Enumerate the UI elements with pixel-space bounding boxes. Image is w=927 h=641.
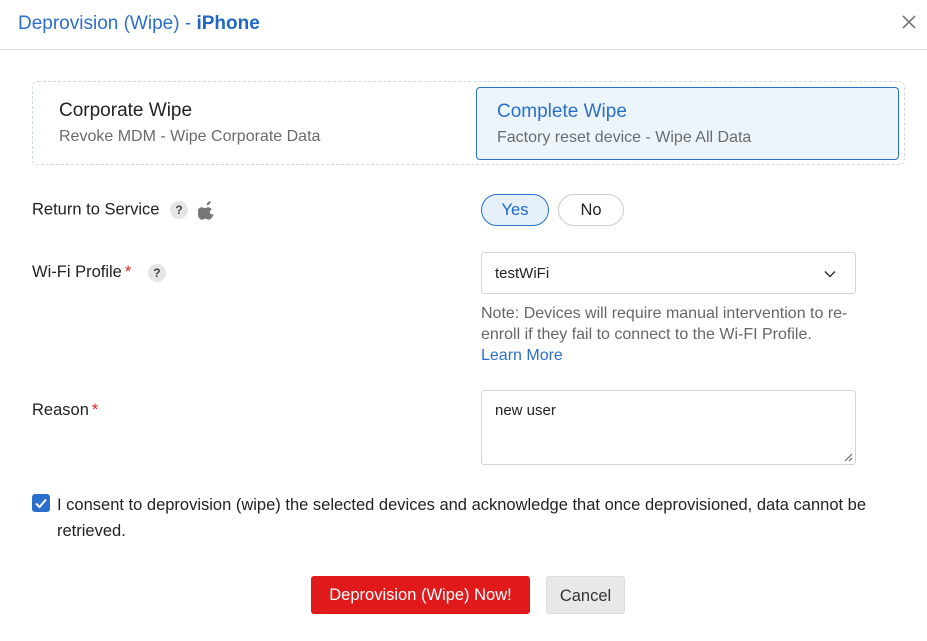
learn-more-link[interactable]: Learn More xyxy=(481,347,563,364)
help-icon[interactable]: ? xyxy=(170,201,189,219)
corporate-wipe-title: Corporate Wipe xyxy=(59,100,193,121)
chevron-down-icon xyxy=(824,270,836,278)
dialog-title: Deprovision (Wipe) - iPhone xyxy=(18,13,260,35)
deprovision-wipe-now-button[interactable]: Deprovision (Wipe) Now! xyxy=(311,576,530,614)
help-icon[interactable]: ? xyxy=(147,263,166,282)
required-mark: * xyxy=(124,263,132,281)
close-icon[interactable] xyxy=(900,13,918,31)
wifi-profile-row: Wi-Fi Profile * ? xyxy=(32,263,166,282)
wifi-profile-note: Note: Devices will require manual interv… xyxy=(481,303,881,366)
reason-value: new user xyxy=(495,402,556,419)
cancel-button[interactable]: Cancel xyxy=(546,576,625,614)
wipe-type-selector: Corporate Wipe Revoke MDM - Wipe Corpora… xyxy=(32,81,905,165)
consent-text: I consent to deprovision (wipe) the sele… xyxy=(57,496,867,540)
apple-icon xyxy=(197,201,214,220)
resize-grip-icon[interactable] xyxy=(843,452,853,462)
reason-textarea[interactable]: new user xyxy=(481,390,856,465)
return-to-service-label: Return to Service xyxy=(32,200,160,219)
return-to-service-yes-button[interactable]: Yes xyxy=(481,194,549,226)
dialog-title-prefix: Deprovision (Wipe) - xyxy=(18,13,197,34)
wifi-profile-label: Wi-Fi Profile xyxy=(32,263,122,281)
dialog-header: Deprovision (Wipe) - iPhone xyxy=(0,0,927,50)
consent-checkbox[interactable] xyxy=(32,494,50,512)
return-to-service-no-button[interactable]: No xyxy=(558,194,624,226)
complete-wipe-title: Complete Wipe xyxy=(497,101,627,122)
complete-wipe-subtitle: Factory reset device - Wipe All Data xyxy=(497,129,752,146)
dialog-title-device: iPhone xyxy=(196,13,260,34)
corporate-wipe-subtitle: Revoke MDM - Wipe Corporate Data xyxy=(59,128,321,145)
return-to-service-row: Return to Service ? xyxy=(32,200,216,220)
checkmark-icon xyxy=(35,498,47,509)
wifi-profile-select[interactable]: testWiFi xyxy=(481,252,856,294)
wifi-profile-note-text: Note: Devices will require manual interv… xyxy=(481,305,848,343)
complete-wipe-option[interactable]: Complete Wipe Factory reset device - Wip… xyxy=(476,87,899,160)
reason-row: Reason * xyxy=(32,401,98,420)
required-mark: * xyxy=(91,401,99,419)
corporate-wipe-option[interactable]: Corporate Wipe Revoke MDM - Wipe Corpora… xyxy=(39,87,473,160)
reason-label: Reason xyxy=(32,401,89,419)
wifi-profile-value: testWiFi xyxy=(495,265,550,282)
